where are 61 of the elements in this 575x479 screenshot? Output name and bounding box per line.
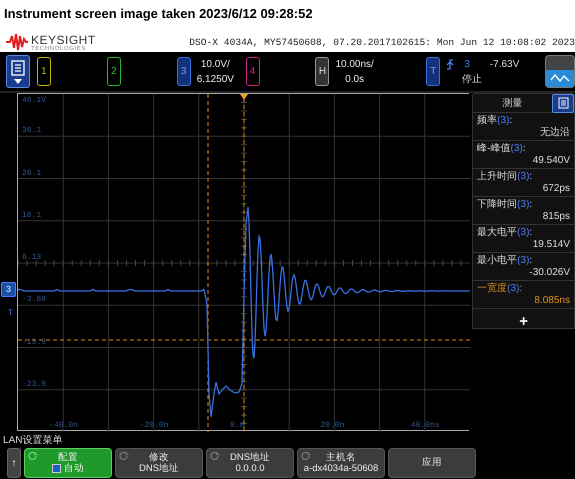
axis-label: 36.1 bbox=[22, 127, 42, 136]
channel-offset: 6.1250V bbox=[196, 74, 234, 84]
brand-name: KEYSIGHT bbox=[31, 34, 96, 46]
softkey-button[interactable]: 修改 DNS地址 bbox=[115, 448, 203, 478]
panel-title: 测量 bbox=[502, 96, 524, 110]
knob-icon bbox=[28, 451, 38, 461]
axis-label: -20.0n bbox=[140, 422, 168, 430]
softkey-button[interactable]: 应用 bbox=[388, 448, 476, 478]
axis-label: -23.9 bbox=[22, 380, 46, 389]
logo-icon bbox=[6, 33, 28, 51]
axis-label: 46.1V bbox=[22, 97, 46, 105]
softkey-button[interactable]: 主机名 a-dx4034a-50608 bbox=[297, 448, 385, 478]
axis-label: 26.1 bbox=[22, 170, 42, 178]
axis-label: 6.13 bbox=[22, 254, 42, 262]
menu-button[interactable] bbox=[6, 55, 30, 88]
axis-label: 0.0 bbox=[230, 422, 244, 430]
softkey-button[interactable]: DNS地址 0.0.0.0 bbox=[206, 448, 294, 478]
measurement-item[interactable]: 最小电平(3): -30.026V bbox=[473, 253, 574, 281]
channel-scale: 10.0V/ bbox=[200, 58, 230, 70]
add-button[interactable]: + bbox=[519, 314, 528, 329]
menu-icon bbox=[558, 97, 568, 109]
time-delay: 0.0s bbox=[345, 74, 364, 84]
knob-icon bbox=[119, 451, 129, 461]
axis-label: 40.0ns bbox=[410, 422, 440, 430]
channel-button[interactable]: 1 bbox=[36, 57, 51, 86]
menu-icon bbox=[11, 60, 25, 76]
measurement-item[interactable]: 峰-峰值(3): 49.540V bbox=[473, 141, 574, 169]
wave-icon bbox=[550, 72, 570, 84]
knob-icon bbox=[210, 451, 220, 461]
axis-label: -3.88 bbox=[22, 296, 46, 304]
measurement-item[interactable]: 频率(3): 无边沿 bbox=[473, 113, 574, 141]
trigger-level: -7.63V bbox=[490, 58, 520, 70]
channel-button[interactable]: 3 bbox=[176, 57, 191, 86]
trigger-marker: T bbox=[8, 309, 13, 317]
trigger-button[interactable]: T bbox=[426, 57, 440, 86]
axis-label: -13.9 bbox=[22, 338, 46, 346]
horizontal-button[interactable]: H bbox=[315, 57, 330, 86]
channel-marker: 3 bbox=[1, 282, 16, 297]
instrument-info: DSO-X 4034A, MY57450608, 07.20.2017102615: Mon Jun 12 10:08:02 2023 bbox=[189, 36, 575, 50]
trigger-source: 3 bbox=[464, 58, 470, 70]
axis-label: 20.0n bbox=[320, 422, 344, 430]
axis-label: 16.1 bbox=[22, 212, 42, 220]
trigger-position-icon bbox=[240, 94, 248, 100]
measurement-item[interactable]: 上升时间(3): 672ps bbox=[473, 169, 574, 197]
trigger-edge-icon bbox=[446, 58, 454, 70]
channel-button[interactable]: 2 bbox=[106, 57, 121, 86]
caption: Instrument screen image taken 2023/6/12 09:28:52 bbox=[3, 5, 314, 23]
measurement-item[interactable]: 一宽度(3): 8.085ns bbox=[473, 281, 574, 309]
run-status: 停止 bbox=[461, 74, 484, 84]
knob-icon bbox=[301, 451, 311, 461]
measurement-item[interactable]: 下降时间(3): 815ps bbox=[473, 197, 574, 225]
caret-icon bbox=[14, 78, 22, 84]
panel-menu-button[interactable] bbox=[552, 94, 574, 112]
axis-label: -40.0n bbox=[49, 422, 78, 430]
zoom-wave-button[interactable] bbox=[545, 55, 575, 88]
back-button[interactable]: ↑ bbox=[7, 448, 21, 478]
menu-title: LAN设置菜单 bbox=[2, 434, 64, 448]
channel-button[interactable]: 4 bbox=[246, 57, 260, 86]
checkbox-label: 自动 bbox=[64, 464, 84, 474]
measurement-item[interactable]: 最大电平(3): 19.514V bbox=[473, 225, 574, 253]
time-scale: 10.00ns/ bbox=[335, 58, 374, 70]
